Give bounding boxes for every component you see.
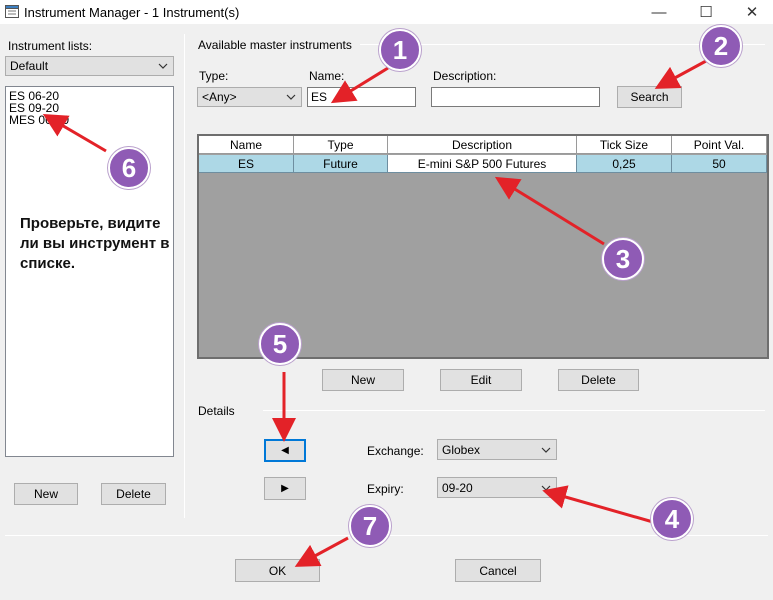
instrument-list-select[interactable]: Default — [5, 56, 174, 76]
chevron-down-icon — [541, 447, 551, 453]
master-delete-button[interactable]: Delete — [558, 369, 639, 391]
table-cell-tick-size[interactable]: 0,25 — [577, 155, 672, 173]
column-header-tick-size[interactable]: Tick Size — [577, 136, 672, 154]
table-cell-type[interactable]: Future — [294, 155, 388, 173]
exchange-select[interactable]: Globex — [437, 439, 557, 460]
maximize-button[interactable]: ☐ — [683, 0, 729, 24]
type-value: <Any> — [202, 90, 237, 104]
column-header-point-value[interactable]: Point Val. — [672, 136, 767, 154]
chevron-down-icon — [541, 485, 551, 491]
column-header-name[interactable]: Name — [199, 136, 294, 154]
type-select[interactable]: <Any> — [197, 87, 302, 107]
arrow-4 — [542, 485, 654, 524]
description-label: Description: — [433, 69, 497, 83]
exchange-value: Globex — [442, 442, 481, 457]
arrow-left-icon: ◀ — [281, 445, 289, 456]
column-header-type[interactable]: Type — [294, 136, 388, 154]
chevron-down-icon — [286, 94, 296, 100]
ok-button[interactable]: OK — [235, 559, 320, 582]
expiry-select[interactable]: 09-20 — [437, 477, 557, 498]
description-input[interactable] — [431, 87, 600, 107]
annotation-note: Проверьте, видите ли вы инструмент в спи… — [20, 215, 170, 272]
previous-instrument-button[interactable]: ◀ — [264, 439, 306, 462]
instrument-manager-icon — [5, 5, 19, 18]
master-group-label: Available master instruments — [198, 38, 352, 52]
close-button[interactable]: ✕ — [729, 0, 773, 24]
table-cell-point-value[interactable]: 50 — [672, 155, 767, 173]
details-group-line — [263, 410, 765, 411]
annotation-badge-1: 1 — [379, 29, 421, 71]
annotation-badge-5: 5 — [259, 323, 301, 365]
table-cell-description[interactable]: E-mini S&P 500 Futures — [388, 155, 577, 173]
annotation-badge-2: 2 — [700, 25, 742, 67]
expiry-value: 09-20 — [442, 480, 473, 495]
details-group-label: Details — [198, 404, 235, 418]
minimize-button[interactable]: — — [636, 0, 682, 24]
arrow-2 — [654, 59, 707, 89]
column-header-description[interactable]: Description — [388, 136, 577, 154]
table-cell-name[interactable]: ES — [199, 155, 294, 173]
type-label: Type: — [199, 69, 229, 83]
instrument-list-value: Default — [10, 59, 49, 73]
master-edit-button[interactable]: Edit — [440, 369, 522, 391]
name-input[interactable]: ES — [307, 87, 416, 107]
master-new-button[interactable]: New — [322, 369, 404, 391]
annotation-badge-6: 6 — [108, 147, 150, 189]
next-instrument-button[interactable]: ▶ — [264, 477, 306, 500]
exchange-label: Exchange: — [367, 444, 424, 458]
expiry-label: Expiry: — [367, 482, 404, 496]
list-delete-button[interactable]: Delete — [101, 483, 166, 505]
title-bar: Instrument Manager - 1 Instrument(s) — ☐… — [0, 0, 773, 24]
chevron-down-icon — [158, 63, 168, 69]
annotation-badge-4: 4 — [651, 498, 693, 540]
list-new-button[interactable]: New — [14, 483, 78, 505]
annotation-badge-3: 3 — [602, 238, 644, 280]
arrow-right-icon: ▶ — [281, 483, 289, 494]
annotation-badge-7: 7 — [349, 505, 391, 547]
list-item[interactable]: MES 06-20 — [9, 114, 69, 126]
name-label: Name: — [309, 69, 345, 83]
search-button[interactable]: Search — [617, 86, 682, 108]
instrument-lists-label: Instrument lists: — [8, 39, 93, 53]
cancel-button[interactable]: Cancel — [455, 559, 541, 582]
window-title: Instrument Manager - 1 Instrument(s) — [24, 5, 240, 20]
panel-divider — [184, 34, 185, 518]
